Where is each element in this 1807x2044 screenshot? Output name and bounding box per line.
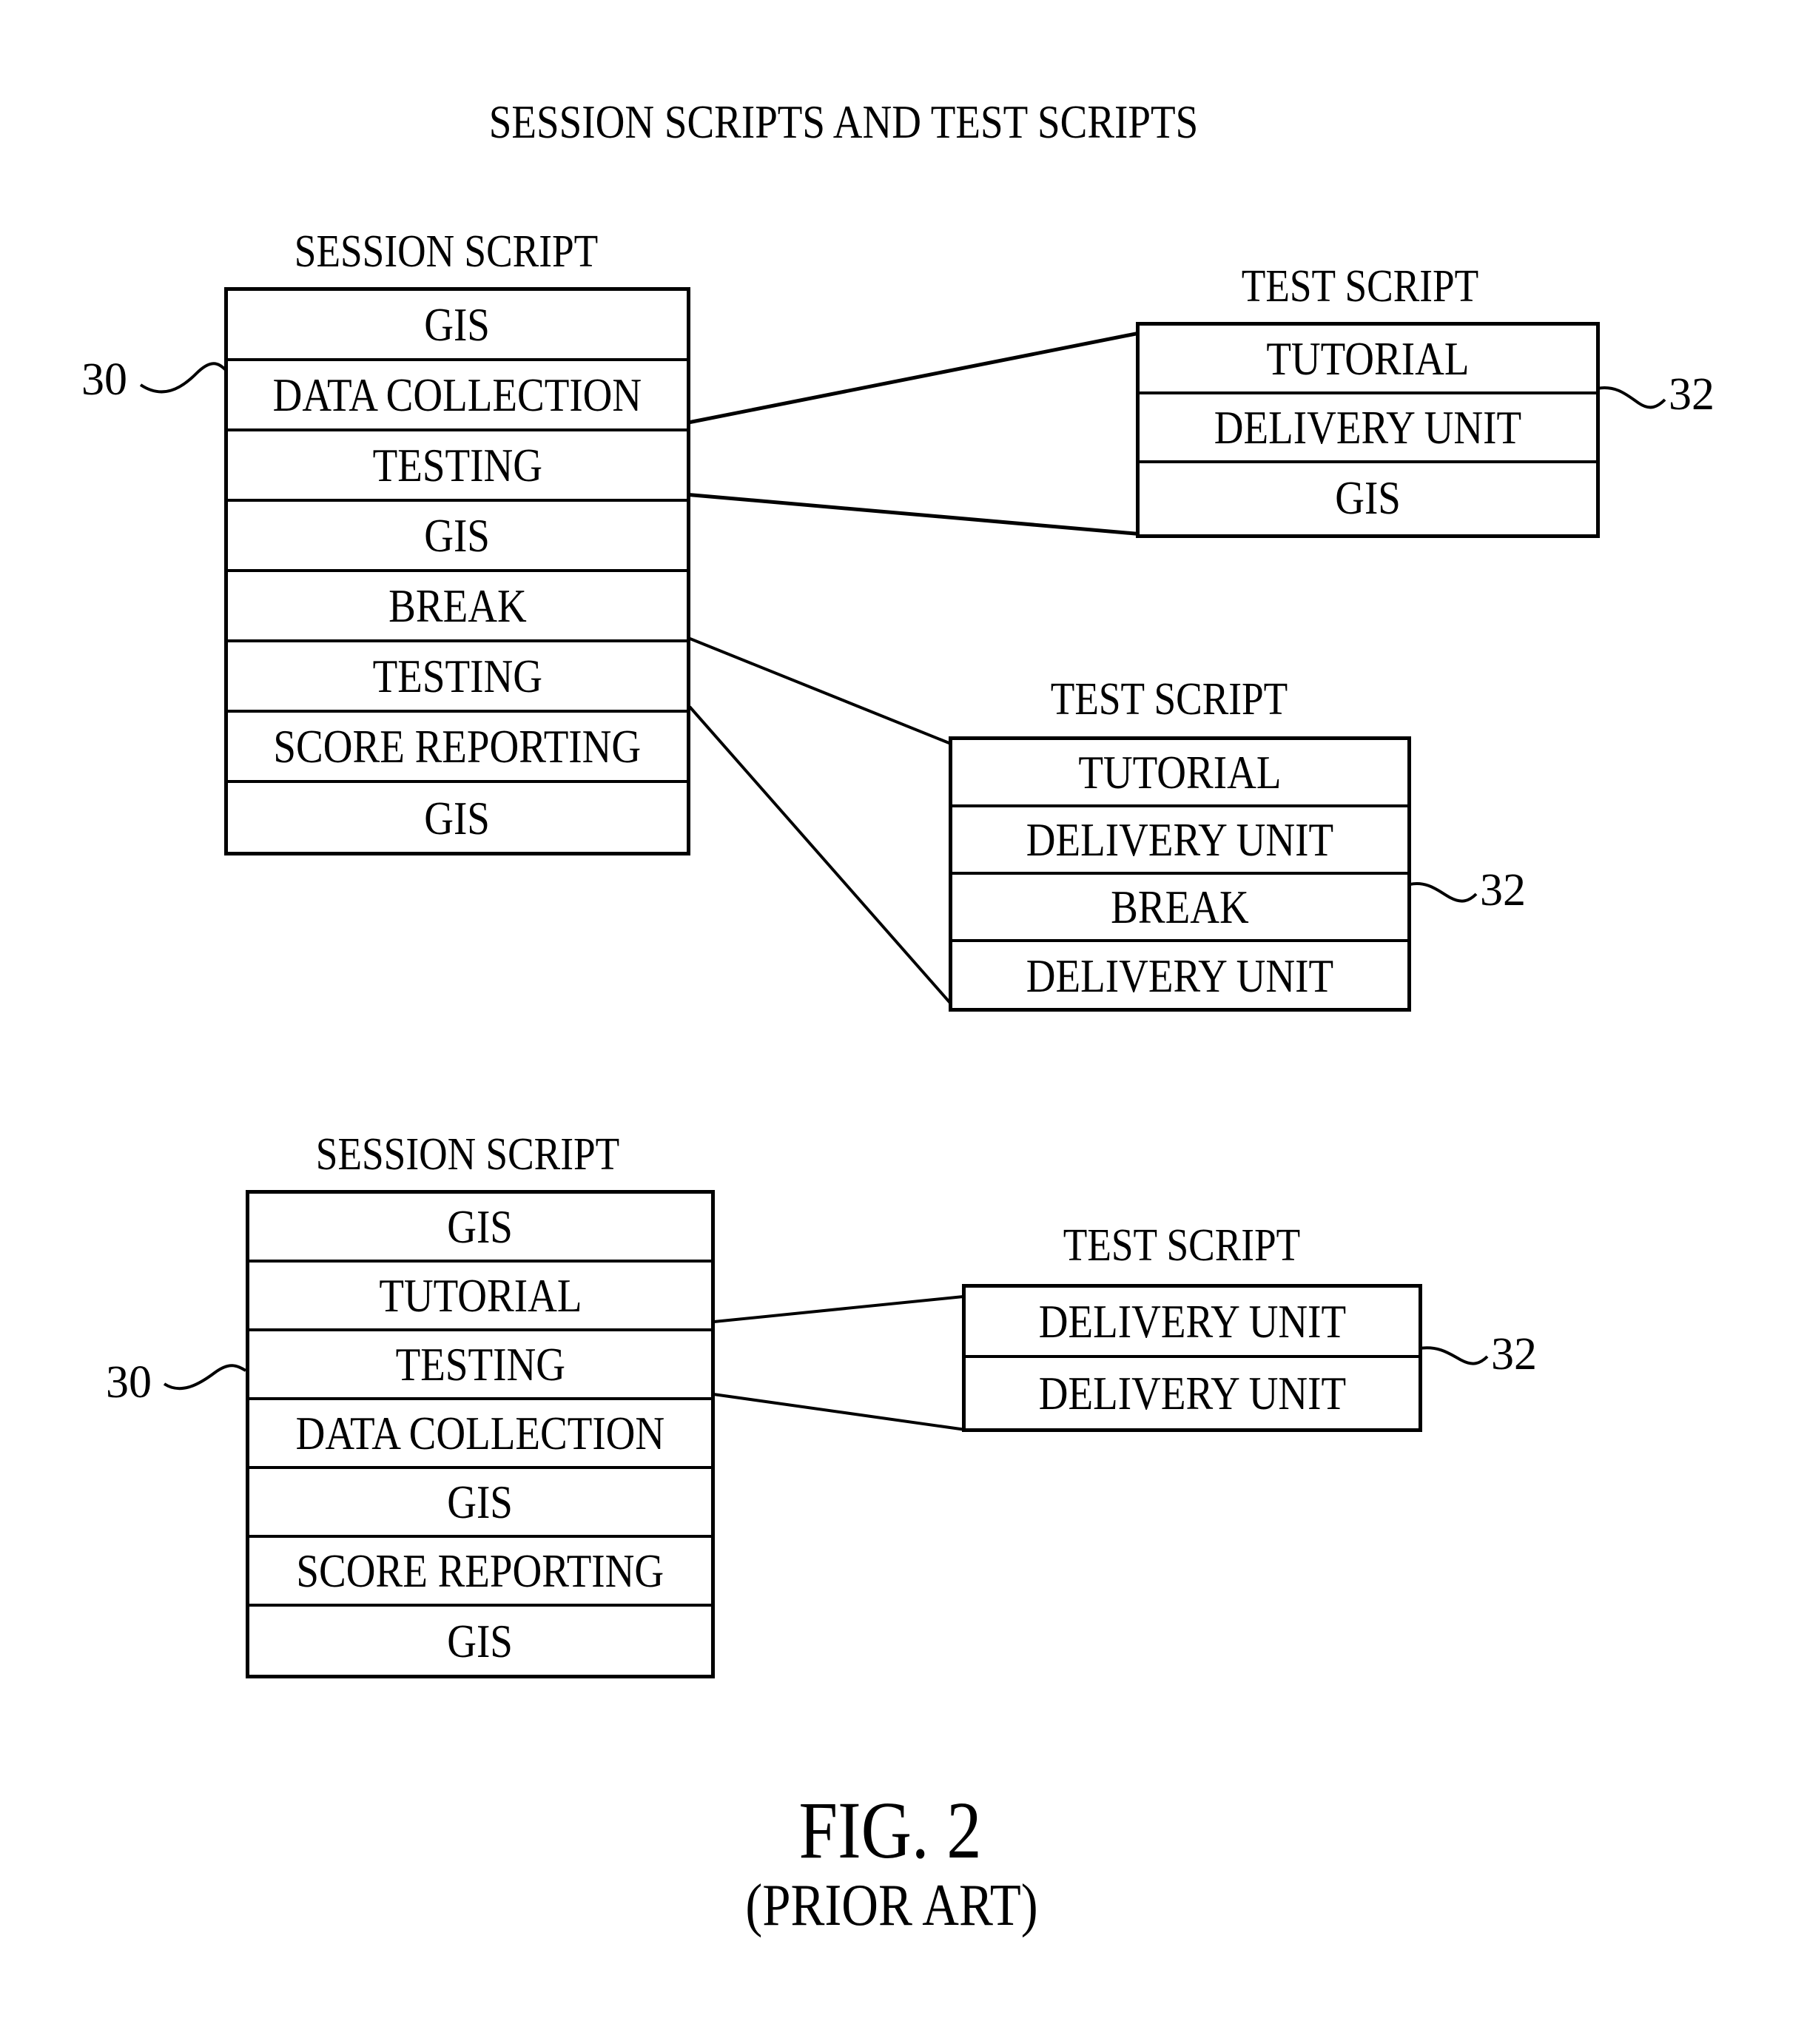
reference-numeral: 30 <box>81 354 127 405</box>
script-row: TUTORIAL <box>952 740 1407 807</box>
connector-line <box>684 331 1140 426</box>
reference-numeral: 32 <box>1669 369 1715 420</box>
reference-numeral: 32 <box>1491 1329 1537 1379</box>
session-script-header: SESSION SCRIPT <box>315 1129 620 1180</box>
ref-leader-32 <box>1596 386 1666 409</box>
test-script-box: TUTORIAL DELIVERY UNIT BREAK DELIVERY UN… <box>949 736 1411 1012</box>
test-script-header: TEST SCRIPT <box>1241 261 1479 312</box>
figure-sublabel: (PRIOR ART) <box>745 1873 1038 1938</box>
reference-numeral: 30 <box>106 1357 152 1408</box>
session-script-box: GIS TUTORIAL TESTING DATA COLLECTION GIS… <box>246 1190 715 1678</box>
connector-line <box>687 636 952 745</box>
connector-line <box>688 705 956 1009</box>
script-row: GIS <box>228 291 687 361</box>
script-row: SCORE REPORTING <box>228 713 687 783</box>
test-script-box: TUTORIAL DELIVERY UNIT GIS <box>1136 322 1600 538</box>
script-row: GIS <box>447 1614 514 1667</box>
script-row: BREAK <box>228 572 687 642</box>
script-row: BREAK <box>952 875 1407 942</box>
connector-line <box>684 492 1144 537</box>
script-row: DELIVERY UNIT <box>1026 949 1334 1002</box>
script-row: TUTORIAL <box>1140 326 1596 394</box>
connector-line <box>707 1392 966 1431</box>
script-row: TESTING <box>228 431 687 502</box>
test-script-box: DELIVERY UNIT DELIVERY UNIT <box>962 1284 1422 1432</box>
script-row: GIS <box>228 502 687 572</box>
figure-label: FIG. 2 <box>798 1785 982 1875</box>
ref-leader-32 <box>1409 882 1478 903</box>
script-row: DELIVERY UNIT <box>966 1288 1419 1358</box>
script-row: GIS <box>249 1194 711 1263</box>
reference-numeral: 32 <box>1480 865 1526 915</box>
script-row: TESTING <box>228 642 687 713</box>
ref-leader-32 <box>1419 1346 1489 1365</box>
script-row: DELIVERY UNIT <box>1140 394 1596 463</box>
ref-leader-30 <box>139 362 227 394</box>
diagram-title: SESSION SCRIPTS AND TEST SCRIPTS <box>488 95 1199 148</box>
test-script-header: TEST SCRIPT <box>1063 1220 1301 1271</box>
script-row: GIS <box>249 1469 711 1538</box>
script-row: GIS <box>424 791 491 844</box>
script-row: DELIVERY UNIT <box>952 807 1407 875</box>
script-row: TUTORIAL <box>249 1263 711 1331</box>
script-row: DATA COLLECTION <box>228 361 687 431</box>
script-row: SCORE REPORTING <box>249 1538 711 1607</box>
connector-line <box>706 1295 964 1324</box>
ref-leader-30 <box>163 1364 247 1391</box>
test-script-header: TEST SCRIPT <box>1050 674 1288 725</box>
script-row: DELIVERY UNIT <box>1038 1366 1346 1419</box>
session-script-box: GIS DATA COLLECTION TESTING GIS BREAK TE… <box>224 287 690 855</box>
script-row: GIS <box>1335 471 1401 524</box>
script-row: TESTING <box>249 1331 711 1400</box>
script-row: DATA COLLECTION <box>249 1400 711 1469</box>
session-script-header: SESSION SCRIPT <box>294 226 599 277</box>
